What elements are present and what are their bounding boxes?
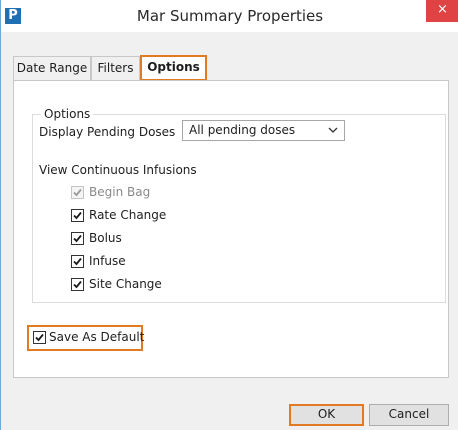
checkbox-box	[71, 278, 84, 291]
options-tab-panel: Options Display Pending Doses All pendin…	[13, 80, 449, 378]
ok-button[interactable]: OK	[289, 404, 364, 426]
checkmark-icon	[73, 280, 82, 289]
checkmark-icon	[73, 257, 82, 266]
checkbox-box	[71, 209, 84, 222]
chevron-down-icon	[328, 127, 338, 133]
checkbox-box	[71, 186, 84, 199]
properties-dialog: P Mar Summary Properties × Date Range Fi…	[0, 0, 458, 430]
checkbox-box	[71, 255, 84, 268]
close-icon[interactable]: ×	[426, 0, 458, 22]
checkbox-label: Site Change	[89, 277, 162, 291]
cancel-button[interactable]: Cancel	[369, 404, 449, 426]
options-group-legend: Options	[41, 107, 94, 121]
checkbox-label: Rate Change	[89, 208, 167, 222]
pending-doses-select[interactable]: All pending doses	[182, 120, 345, 141]
tab-filters[interactable]: Filters	[91, 56, 140, 80]
checkbox-box	[71, 232, 84, 245]
checkmark-icon	[73, 234, 82, 243]
title-bar[interactable]: P Mar Summary Properties ×	[1, 0, 458, 32]
tab-date-range[interactable]: Date Range	[13, 56, 91, 80]
checkmark-icon	[73, 211, 82, 220]
checkmark-icon	[73, 188, 82, 197]
tab-options[interactable]: Options	[140, 55, 207, 81]
pending-doses-value: All pending doses	[189, 123, 296, 137]
checkbox-label: Infuse	[89, 254, 126, 268]
checkbox-label: Save As Default	[49, 330, 145, 344]
checkbox-label: Begin Bag	[89, 185, 151, 199]
checkbox-label: Bolus	[89, 231, 122, 245]
window-title: Mar Summary Properties	[136, 7, 324, 25]
save-as-default-highlight: Save As Default	[27, 325, 145, 351]
checkmark-icon	[35, 333, 44, 342]
continuous-infusions-label: View Continuous Infusions	[39, 163, 197, 177]
pending-doses-label: Display Pending Doses	[39, 125, 176, 139]
checkbox-box	[33, 331, 46, 344]
